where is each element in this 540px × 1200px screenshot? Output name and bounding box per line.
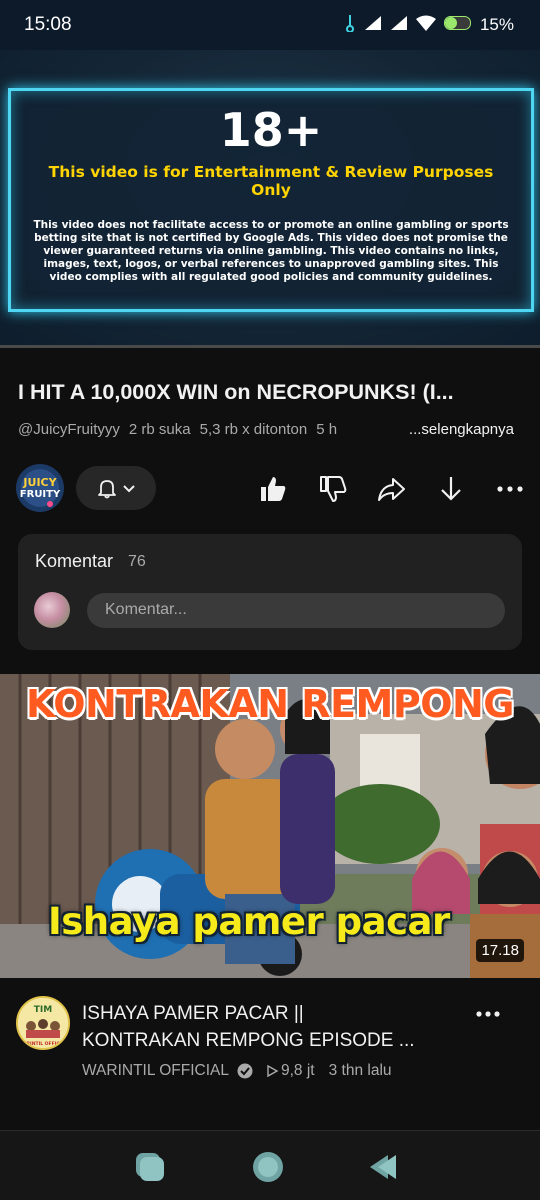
progress-bar[interactable] — [0, 345, 540, 348]
age-rating: 18+ — [219, 103, 323, 157]
view-count: 5,3 rb x ditonton — [199, 421, 308, 438]
juicy-fruity-logo: JUICY FRUITY — [16, 464, 64, 512]
chevron-down-icon — [123, 485, 135, 493]
video-meta[interactable]: @JuicyFruityyy 2 rb suka 5,3 rb x ditont… — [18, 421, 523, 438]
more-horizontal-icon — [476, 1011, 500, 1017]
duration-badge: 17.18 — [476, 939, 524, 962]
bluetooth-icon — [344, 14, 356, 37]
upload-age: 5 h — [316, 421, 338, 438]
next-video-thumbnail[interactable]: KONTRAKAN REMPONG Ishaya pamer pacar 17.… — [0, 674, 540, 978]
home-button[interactable] — [250, 1149, 286, 1185]
svg-text:TIM: TIM — [34, 1005, 52, 1015]
status-icons: 15% — [344, 14, 514, 37]
channel-avatar[interactable]: JUICY FRUITY — [16, 464, 64, 512]
video-title[interactable]: I HIT A 10,000X WIN on NECROPUNKS! (I... — [18, 380, 523, 405]
next-video-title[interactable]: ISHAYA PAMER PACAR || KONTRAKAN REMPONG … — [82, 1000, 467, 1054]
back-icon — [370, 1155, 396, 1179]
comments-label: Komentar — [35, 551, 114, 571]
next-video-channel: WARINTIL OFFICIAL — [82, 1062, 229, 1079]
next-video-title-line2: KONTRAKAN REMPONG EPISODE ... — [82, 1030, 415, 1051]
battery-percent: 15% — [479, 15, 514, 34]
bell-icon — [98, 480, 116, 499]
play-count-icon — [267, 1064, 279, 1078]
thumbs-down-icon — [320, 476, 347, 502]
signal-icon — [364, 15, 382, 36]
warintil-channel-avatar[interactable]: TIM WARINTIL OFFICIAL — [16, 996, 70, 1050]
download-icon — [441, 477, 461, 501]
download-button[interactable] — [434, 472, 468, 506]
status-time: 15:08 — [24, 14, 72, 35]
battery-icon — [443, 15, 472, 36]
comments-count: 76 — [128, 553, 146, 570]
more-button[interactable]: ...selengkapnya — [402, 421, 514, 438]
share-button[interactable] — [374, 472, 408, 506]
svg-text:FRUITY: FRUITY — [20, 489, 61, 500]
thumbnail-caption: Ishaya pamer pacar — [48, 900, 450, 943]
comments-card[interactable]: Komentar 76 Komentar... — [18, 534, 522, 650]
share-icon — [378, 478, 405, 501]
video-player[interactable]: 18+ This video is for Entertainment & Re… — [0, 50, 540, 348]
action-row: JUICY FRUITY — [16, 462, 530, 514]
back-button[interactable] — [365, 1149, 401, 1185]
notice-body: This video does not facilitate access to… — [33, 219, 509, 283]
next-video-meta: WARINTIL OFFICIAL 9,8 jt 3 thn lalu — [82, 1062, 392, 1080]
more-actions-button[interactable] — [493, 472, 527, 506]
signal-icon-2 — [390, 15, 408, 36]
recents-icon — [136, 1153, 164, 1181]
recents-button[interactable] — [132, 1149, 168, 1185]
verified-icon — [237, 1063, 253, 1079]
svg-text:JUICY: JUICY — [22, 476, 57, 489]
next-video-title-line1: ISHAYA PAMER PACAR || — [82, 1003, 304, 1024]
status-bar: 15:08 15% — [0, 0, 540, 50]
age-notice-panel: 18+ This video is for Entertainment & Re… — [8, 88, 534, 312]
channel-handle: @JuicyFruityyy — [18, 421, 120, 438]
comment-input[interactable]: Komentar... — [87, 593, 505, 628]
next-video-views: 9,8 jt — [280, 1062, 315, 1079]
wifi-icon — [415, 15, 436, 36]
home-icon — [253, 1152, 283, 1182]
next-video-age: 3 thn lalu — [328, 1062, 392, 1079]
dislike-button[interactable] — [316, 472, 350, 506]
system-nav-bar — [0, 1130, 540, 1200]
warintil-logo: TIM WARINTIL OFFICIAL — [18, 998, 68, 1048]
notice-subtitle: This video is for Entertainment & Review… — [48, 163, 494, 199]
more-horizontal-icon — [497, 486, 523, 492]
next-video-menu-button[interactable] — [470, 1002, 506, 1026]
like-button[interactable] — [256, 472, 290, 506]
thumbs-up-icon — [261, 477, 286, 501]
thumbnail-title: KONTRAKAN REMPONG — [25, 682, 515, 726]
user-avatar — [34, 592, 70, 628]
svg-text:WARINTIL OFFICIAL: WARINTIL OFFICIAL — [18, 1041, 67, 1047]
like-count: 2 rb suka — [128, 421, 191, 438]
notification-button[interactable] — [76, 466, 156, 510]
